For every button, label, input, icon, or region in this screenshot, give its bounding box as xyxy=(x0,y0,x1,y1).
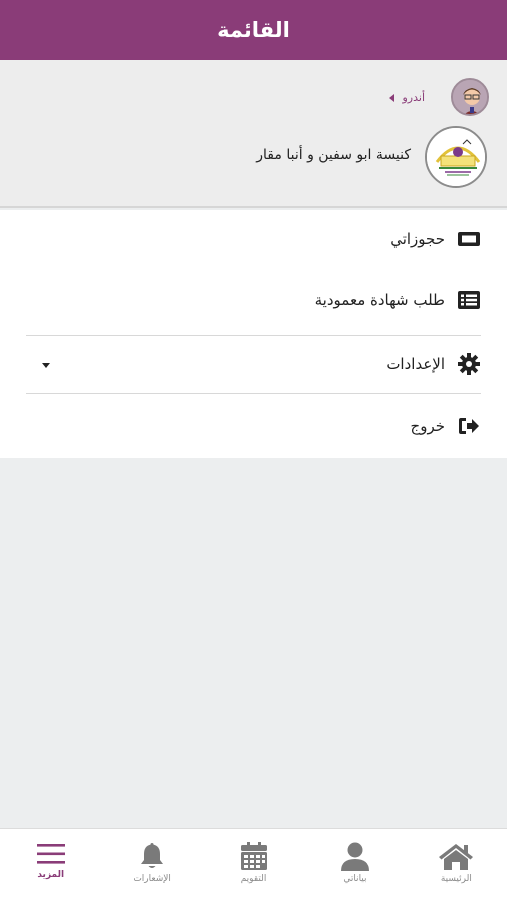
calendar-icon xyxy=(240,842,267,870)
sign-out-icon xyxy=(457,414,481,438)
avatar[interactable] xyxy=(451,78,489,116)
user-row[interactable]: أندرو xyxy=(389,91,425,104)
settings-expand-caret-icon[interactable] xyxy=(42,363,50,368)
menu-item-label: حجوزاتي xyxy=(390,230,445,248)
home-icon xyxy=(439,844,474,870)
nav-label: الإشعارات xyxy=(133,874,171,884)
church-logo-icon xyxy=(427,128,485,186)
menu-item-settings[interactable]: الإعدادات xyxy=(26,349,481,379)
menu-list: حجوزاتي طلب شهادة معمودية الإعدادات خروج xyxy=(0,210,507,458)
caret-left-icon xyxy=(389,93,395,102)
gear-icon xyxy=(457,352,481,376)
nav-label: الرئيسية xyxy=(440,874,472,884)
menu-item-label: الإعدادات xyxy=(386,355,445,373)
nav-item-home[interactable]: الرئيسية xyxy=(406,829,507,900)
bell-icon xyxy=(141,843,164,868)
user-name: أندرو xyxy=(402,91,425,104)
church-logo xyxy=(425,126,487,188)
menu-item-baptism-certificate[interactable]: طلب شهادة معمودية xyxy=(26,285,481,315)
menu-divider xyxy=(26,335,481,336)
menu-item-label: خروج xyxy=(410,417,445,435)
menu-divider xyxy=(26,393,481,394)
hamburger-icon xyxy=(36,844,65,864)
menu-item-reservations[interactable]: حجوزاتي xyxy=(26,224,481,254)
nav-item-notifications[interactable]: الإشعارات xyxy=(101,829,202,900)
user-icon xyxy=(340,842,369,871)
nav-label: المزيد xyxy=(37,870,65,880)
profile-section: أندرو كنيسة ابو سفين و أنبا مقار xyxy=(0,60,507,208)
nav-item-my-data[interactable]: بياناتي xyxy=(304,829,405,900)
nav-item-calendar[interactable]: التقويم xyxy=(203,829,304,900)
nav-label: بياناتي xyxy=(343,874,367,884)
church-name: كنيسة ابو سفين و أنبا مقار xyxy=(256,147,411,163)
app-header: القائمة xyxy=(0,0,507,60)
menu-item-label: طلب شهادة معمودية xyxy=(314,291,445,309)
nav-label: التقويم xyxy=(240,874,267,884)
ticket-icon xyxy=(457,227,481,251)
user-avatar-icon xyxy=(453,80,487,114)
menu-item-logout[interactable]: خروج xyxy=(26,411,481,441)
nav-item-more[interactable]: المزيد xyxy=(0,829,101,900)
list-icon xyxy=(457,288,481,312)
page-title: القائمة xyxy=(217,18,290,42)
bottom-navigation: المزيد الإشعارات التقويم بياناتي الرئيسي… xyxy=(0,828,507,900)
